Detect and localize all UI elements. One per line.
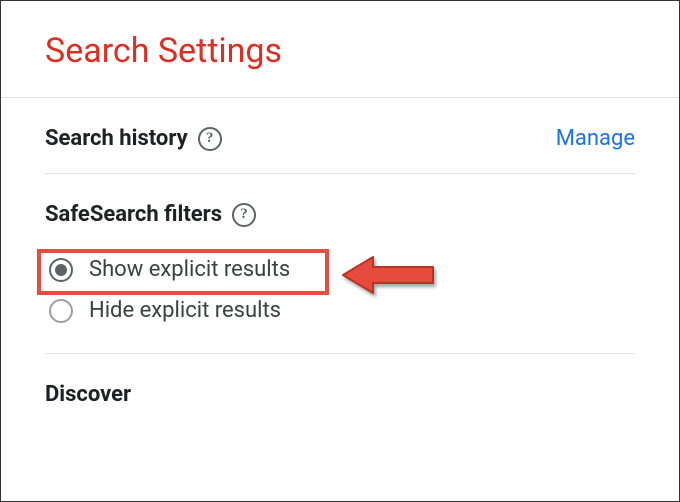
radio-dot-icon — [55, 264, 67, 276]
manage-link[interactable]: Manage — [556, 126, 635, 151]
section-header-row: Search history ? Manage — [45, 126, 635, 151]
discover-section: Discover — [45, 354, 635, 407]
radio-hide-explicit[interactable]: Hide explicit results — [45, 290, 635, 331]
section-header-row: SafeSearch filters ? — [45, 202, 635, 227]
safesearch-section: SafeSearch filters ? Show — [45, 174, 635, 354]
radio-show-explicit[interactable]: Show explicit results — [45, 249, 635, 290]
search-history-section: Search history ? Manage — [45, 98, 635, 174]
help-icon[interactable]: ? — [232, 203, 256, 227]
radio-button-icon — [49, 258, 73, 282]
radio-label: Show explicit results — [89, 257, 290, 282]
help-icon[interactable]: ? — [198, 127, 222, 151]
section-title-wrap: Search history ? — [45, 126, 222, 151]
safesearch-radio-group: Show explicit results Hide explicit resu… — [45, 249, 635, 331]
page-header: Search Settings — [1, 1, 679, 98]
section-title-wrap: Discover — [45, 382, 635, 407]
radio-button-icon — [49, 299, 73, 323]
search-history-title: Search history — [45, 126, 188, 151]
discover-title: Discover — [45, 382, 131, 407]
section-title-wrap: SafeSearch filters ? — [45, 202, 256, 227]
radio-label: Hide explicit results — [89, 298, 281, 323]
safesearch-title: SafeSearch filters — [45, 202, 222, 227]
page-title: Search Settings — [45, 31, 635, 71]
content-area: Search history ? Manage SafeSearch filte… — [1, 98, 679, 407]
